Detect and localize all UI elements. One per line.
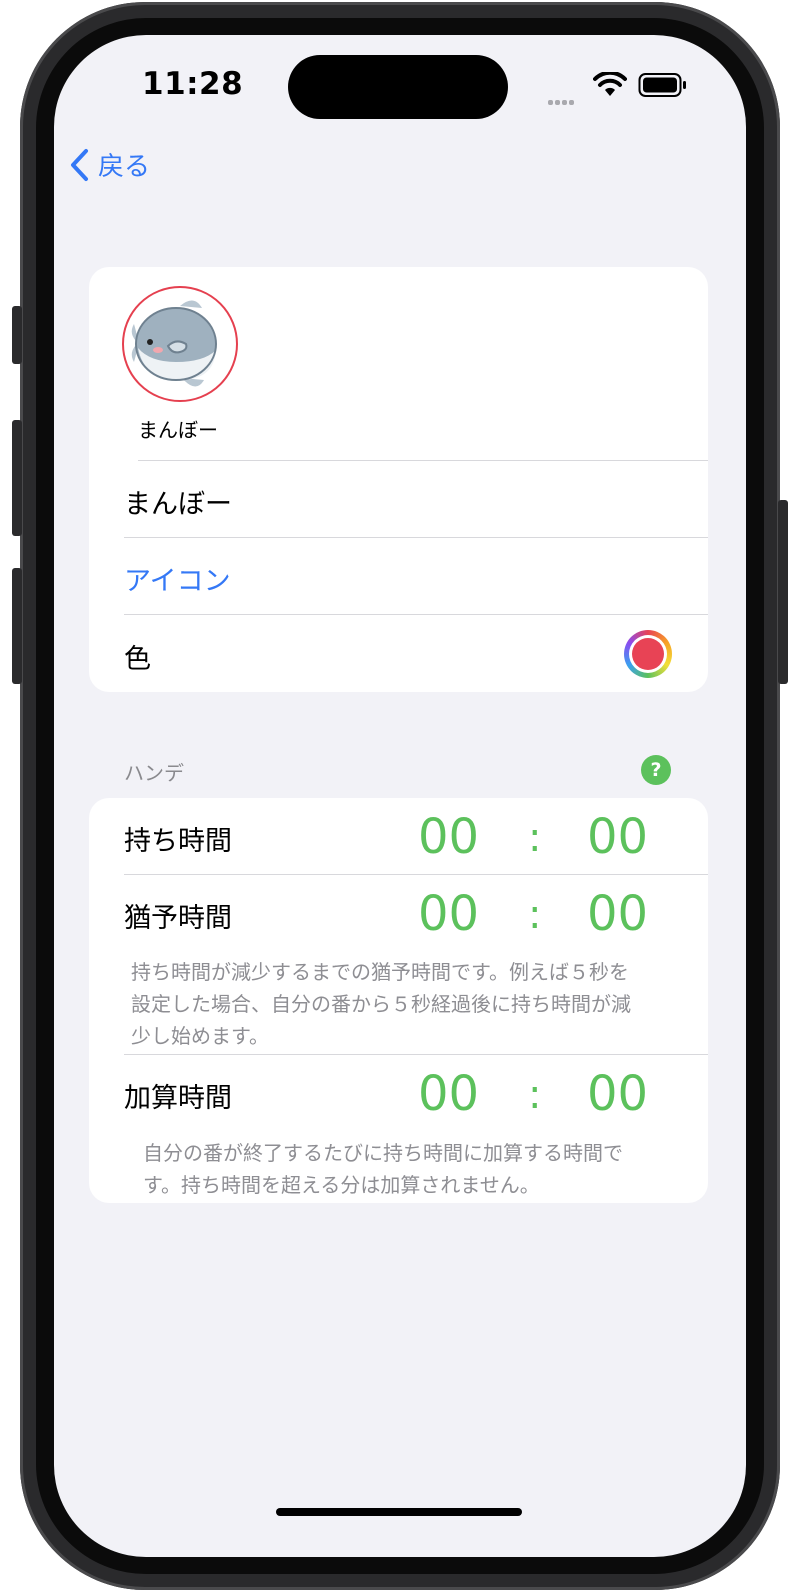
mute-switch <box>12 306 22 364</box>
time-separator: : <box>528 1072 542 1118</box>
minutes-picker[interactable]: 00 <box>418 1066 479 1122</box>
color-label: 色 <box>124 644 151 675</box>
dynamic-island <box>288 55 508 119</box>
question-mark-icon: ? <box>650 759 662 781</box>
divider <box>124 614 708 615</box>
sunfish-avatar-icon <box>131 300 217 387</box>
seconds-picker[interactable]: 00 <box>587 809 648 865</box>
back-button[interactable]: 戻る <box>68 146 150 183</box>
handicap-row-label: 加算時間 <box>124 1083 232 1114</box>
battery-icon <box>638 72 688 102</box>
back-label: 戻る <box>98 152 151 182</box>
color-picker-well[interactable] <box>624 630 672 678</box>
time-separator: : <box>528 815 542 861</box>
divider <box>124 537 708 538</box>
help-button[interactable]: ? <box>641 755 671 785</box>
seconds-picker[interactable]: 00 <box>587 1066 648 1122</box>
seconds-picker[interactable]: 00 <box>587 886 648 942</box>
power-button <box>778 500 788 684</box>
grace-time-footer: 持ち時間が減少するまでの猶予時間です。例えば５秒を 設定した場合、自分の番から５… <box>131 960 631 1048</box>
screen <box>54 35 746 1557</box>
volume-up-button <box>12 420 22 536</box>
minutes-picker[interactable]: 00 <box>418 809 479 865</box>
wifi-icon <box>593 70 627 102</box>
selected-color-swatch <box>632 638 664 670</box>
avatar-button[interactable] <box>122 286 238 402</box>
cellular-signal-icon <box>548 90 576 109</box>
chevron-left-icon <box>71 148 88 181</box>
time-separator: : <box>528 892 542 938</box>
section-header-handicap: ハンデ <box>124 761 184 785</box>
name-field[interactable]: まんぼー <box>124 482 232 521</box>
divider <box>124 1054 708 1055</box>
volume-down-button <box>12 568 22 684</box>
add-time-footer: 自分の番が終了するたびに持ち時間に加算する時間で す。持ち時間を超える分は加算さ… <box>143 1141 623 1197</box>
avatar-caption: まんぼー <box>138 418 218 442</box>
icon-select-button[interactable]: アイコン <box>124 559 231 598</box>
divider <box>124 874 708 875</box>
minutes-picker[interactable]: 00 <box>418 886 479 942</box>
handicap-row-label: 猶予時間 <box>124 903 232 934</box>
status-time: 11:28 <box>142 66 244 102</box>
divider <box>138 460 708 461</box>
home-indicator <box>276 1508 522 1516</box>
handicap-row-label: 持ち時間 <box>124 826 232 857</box>
